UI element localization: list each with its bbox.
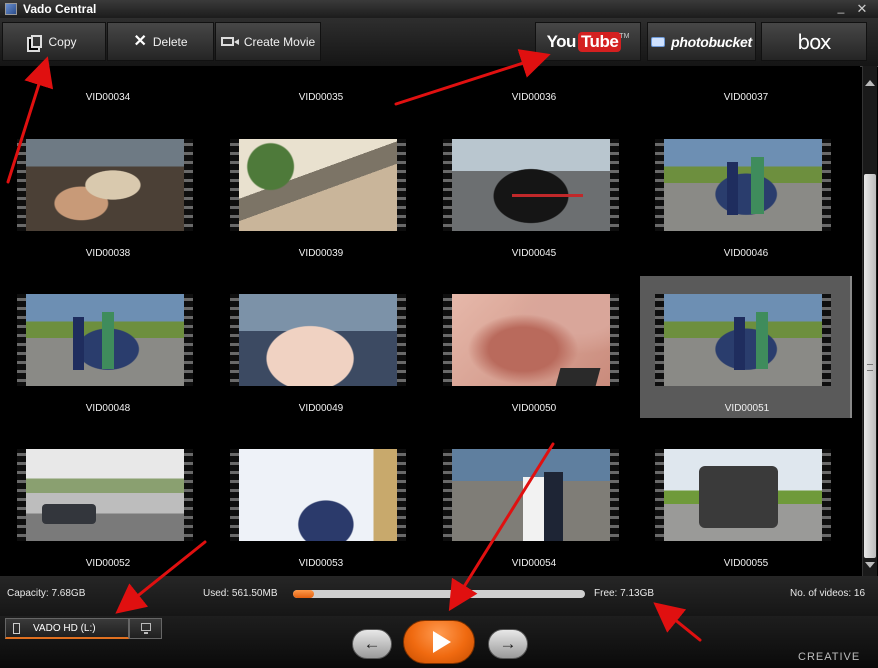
video-thumbnail[interactable]: VID00054 (426, 442, 626, 572)
box-label: box (797, 29, 831, 54)
video-thumbnail[interactable]: VID00053 (213, 442, 413, 572)
video-label: VID00050 (511, 403, 557, 414)
video-label[interactable]: VID00035 (213, 92, 429, 103)
video-label[interactable]: VID00034 (0, 92, 216, 103)
photobucket-icon (651, 36, 666, 47)
video-label: VID00048 (85, 403, 131, 414)
window-title: Vado Central (23, 2, 97, 16)
video-label: VID00054 (511, 558, 557, 569)
create-movie-button[interactable]: Create Movie (215, 22, 321, 61)
delete-label: Delete (152, 34, 188, 49)
arrow-left-icon: ← (363, 634, 381, 653)
video-label: VID00051 (724, 403, 770, 414)
next-button[interactable]: → (488, 629, 528, 659)
youtube-button[interactable]: You Tube TM (535, 22, 641, 61)
scroll-down-icon[interactable] (865, 562, 875, 568)
play-button[interactable] (403, 620, 475, 664)
camera-icon (220, 37, 239, 46)
free-text: Free: 7.13GB (594, 588, 655, 599)
title-bar: Vado Central _ ✕ (0, 0, 878, 18)
video-label: VID00046 (723, 248, 769, 259)
device-icon (13, 623, 20, 634)
video-label: VID00052 (85, 558, 131, 569)
video-thumbnail[interactable]: VID00048 (0, 287, 200, 417)
copy-label: Copy (48, 34, 77, 49)
play-icon (433, 631, 451, 653)
copy-button[interactable]: Copy (2, 22, 106, 61)
video-thumbnail[interactable]: VID00039 (213, 132, 413, 262)
photobucket-label: photobucket (671, 33, 752, 50)
create-movie-label: Create Movie (243, 34, 316, 49)
youtube-logo-tm: TM (619, 33, 630, 40)
youtube-logo-you: You (546, 31, 577, 51)
video-label: VID00045 (511, 248, 557, 259)
video-thumbnail[interactable]: VID00055 (638, 442, 838, 572)
used-text: Used: 561.50MB (203, 588, 278, 599)
video-thumbnail[interactable]: VID00052 (0, 442, 200, 572)
bottom-bar: VADO HD (L:) ← → CREATIVE (0, 616, 878, 668)
video-thumbnail[interactable]: VID00050 (426, 287, 626, 417)
previous-button[interactable]: ← (352, 629, 392, 659)
scrollbar-thumb[interactable] (864, 174, 876, 558)
video-label: VID00055 (723, 558, 769, 569)
capacity-text: Capacity: 7.68GB (7, 588, 86, 599)
close-button[interactable]: ✕ (853, 0, 871, 18)
video-label: VID00038 (85, 248, 131, 259)
vertical-scrollbar[interactable] (862, 66, 877, 576)
minimize-button[interactable]: _ (832, 0, 850, 18)
toolbar: Copy ✕ Delete Create Movie You Tube TM p… (0, 18, 878, 67)
video-label: VID00049 (298, 403, 344, 414)
creative-logo: CREATIVE (798, 651, 861, 663)
video-count-text: No. of videos: 16 (790, 588, 866, 599)
monitor-icon (141, 623, 151, 634)
video-label: VID00053 (298, 558, 344, 569)
device-label: VADO HD (L:) (33, 623, 96, 634)
video-thumbnail-selected[interactable]: VID00051 (640, 276, 852, 418)
arrow-right-icon: → (499, 634, 517, 653)
video-thumbnail[interactable]: VID00045 (426, 132, 626, 262)
box-button[interactable]: box (761, 22, 867, 61)
photobucket-button[interactable]: photobucket (647, 22, 756, 61)
delete-icon: ✕ (133, 32, 147, 50)
delete-button[interactable]: ✕ Delete (107, 22, 214, 61)
video-label: VID00039 (298, 248, 344, 259)
computer-tab[interactable] (129, 618, 162, 639)
app-icon (5, 3, 17, 15)
device-tab[interactable]: VADO HD (L:) (5, 618, 129, 639)
scroll-up-icon[interactable] (865, 80, 875, 86)
youtube-logo-tube: Tube (577, 31, 622, 52)
video-thumbnail[interactable]: VID00046 (638, 132, 838, 262)
video-label[interactable]: VID00036 (426, 92, 642, 103)
video-thumbnail[interactable]: VID00038 (0, 132, 200, 262)
status-bar: Capacity: 7.68GB Used: 561.50MB Free: 7.… (0, 576, 878, 616)
storage-usage-bar (293, 590, 585, 598)
video-label[interactable]: VID00037 (638, 92, 854, 103)
video-thumbnail[interactable]: VID00049 (213, 287, 413, 417)
video-grid: VID00034 VID00035 VID00036 VID00037 VID0… (0, 66, 860, 576)
copy-icon (31, 35, 43, 48)
storage-usage-fill (293, 590, 315, 598)
